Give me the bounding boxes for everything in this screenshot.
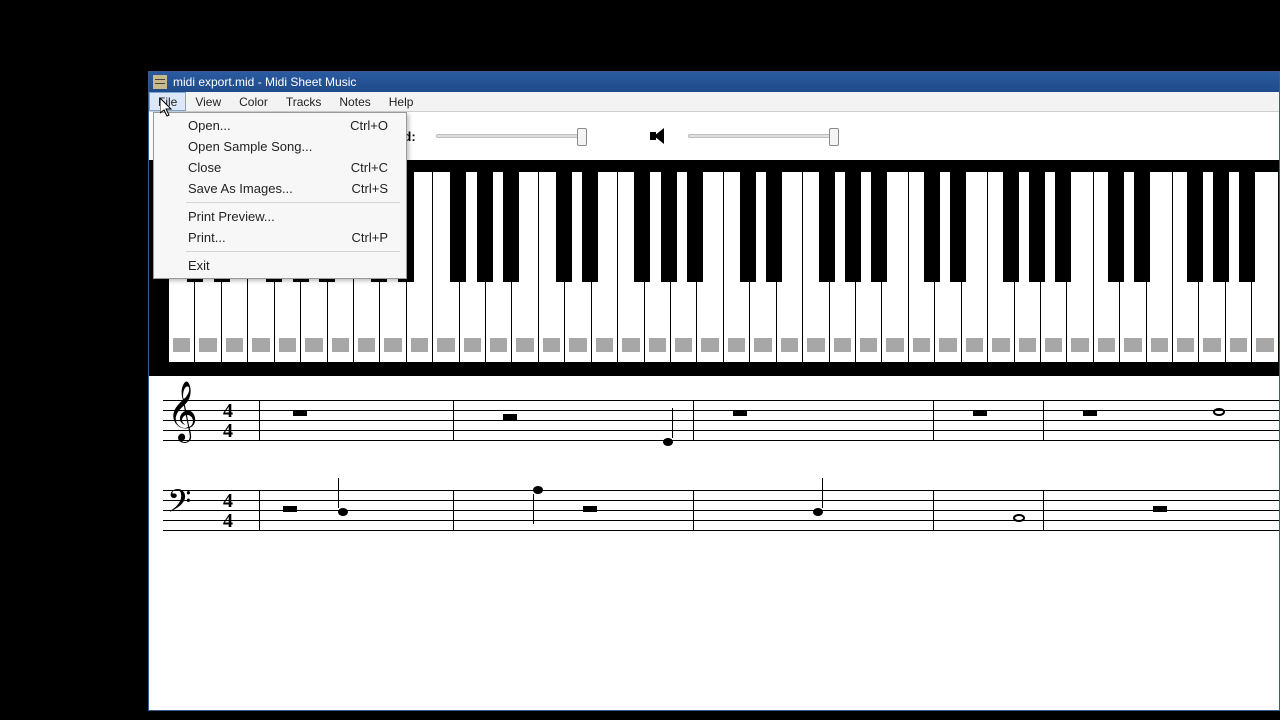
time-sig-bottom: 4	[223, 422, 233, 440]
piano-black-key[interactable]	[950, 172, 966, 282]
treble-clef-icon: 𝄞	[167, 392, 198, 432]
speed-slider-thumb[interactable]	[577, 128, 587, 146]
menu-tracks[interactable]: Tracks	[277, 92, 331, 111]
piano-black-key[interactable]	[1134, 172, 1150, 282]
piano-black-key[interactable]	[503, 172, 519, 282]
app-icon	[153, 75, 167, 89]
volume-slider[interactable]	[688, 134, 838, 138]
file-menu-close[interactable]: Close Ctrl+C	[156, 157, 404, 178]
file-menu-open[interactable]: Open... Ctrl+O	[156, 115, 404, 136]
file-menu-print[interactable]: Print... Ctrl+P	[156, 227, 404, 248]
volume-icon	[646, 125, 668, 147]
piano-black-key[interactable]	[1213, 172, 1229, 282]
piano-black-key[interactable]	[477, 172, 493, 282]
menu-view[interactable]: View	[186, 92, 230, 111]
volume-slider-thumb[interactable]	[829, 128, 839, 146]
piano-black-key[interactable]	[687, 172, 703, 282]
file-menu-open-sample[interactable]: Open Sample Song...	[156, 136, 404, 157]
file-menu-separator	[186, 251, 400, 252]
piano-white-key[interactable]	[1252, 172, 1278, 362]
menu-help[interactable]: Help	[380, 92, 423, 111]
menubar: File View Color Tracks Notes Help	[149, 92, 1279, 112]
speed-slider[interactable]	[436, 134, 586, 138]
menu-file[interactable]: File	[149, 92, 186, 111]
time-sig-top: 4	[223, 402, 233, 420]
piano-black-key[interactable]	[582, 172, 598, 282]
menu-color[interactable]: Color	[230, 92, 277, 111]
window-title: midi export.mid - Midi Sheet Music	[173, 75, 356, 89]
piano-black-key[interactable]	[1187, 172, 1203, 282]
file-menu-separator	[186, 202, 400, 203]
piano-black-key[interactable]	[819, 172, 835, 282]
bass-clef-icon: 𝄢	[167, 486, 191, 526]
piano-black-key[interactable]	[1055, 172, 1071, 282]
app-window: midi export.mid - Midi Sheet Music File …	[148, 71, 1280, 711]
piano-black-key[interactable]	[661, 172, 677, 282]
file-menu-dropdown: Open... Ctrl+O Open Sample Song... Close…	[153, 112, 407, 279]
sheet-music-panel: 𝄞 4 4 𝄢 4 4	[149, 376, 1279, 620]
piano-black-key[interactable]	[924, 172, 940, 282]
piano-black-key[interactable]	[740, 172, 756, 282]
file-menu-print-preview[interactable]: Print Preview...	[156, 206, 404, 227]
piano-black-key[interactable]	[450, 172, 466, 282]
piano-black-key[interactable]	[871, 172, 887, 282]
menu-notes[interactable]: Notes	[330, 92, 379, 111]
treble-staff: 𝄞 4 4	[163, 400, 1279, 450]
file-menu-save-images[interactable]: Save As Images... Ctrl+S	[156, 178, 404, 199]
file-menu-exit[interactable]: Exit	[156, 255, 404, 276]
piano-black-key[interactable]	[556, 172, 572, 282]
piano-black-key[interactable]	[1108, 172, 1124, 282]
piano-black-key[interactable]	[1003, 172, 1019, 282]
piano-black-key[interactable]	[634, 172, 650, 282]
piano-black-key[interactable]	[766, 172, 782, 282]
titlebar: midi export.mid - Midi Sheet Music	[149, 72, 1279, 92]
piano-black-key[interactable]	[1029, 172, 1045, 282]
piano-white-key[interactable]	[1067, 172, 1093, 362]
time-sig-bottom: 4	[223, 512, 233, 530]
bass-staff: 𝄢 4 4	[163, 490, 1279, 540]
piano-white-key[interactable]	[1147, 172, 1173, 362]
piano-black-key[interactable]	[1239, 172, 1255, 282]
time-sig-top: 4	[223, 492, 233, 510]
piano-black-key[interactable]	[845, 172, 861, 282]
